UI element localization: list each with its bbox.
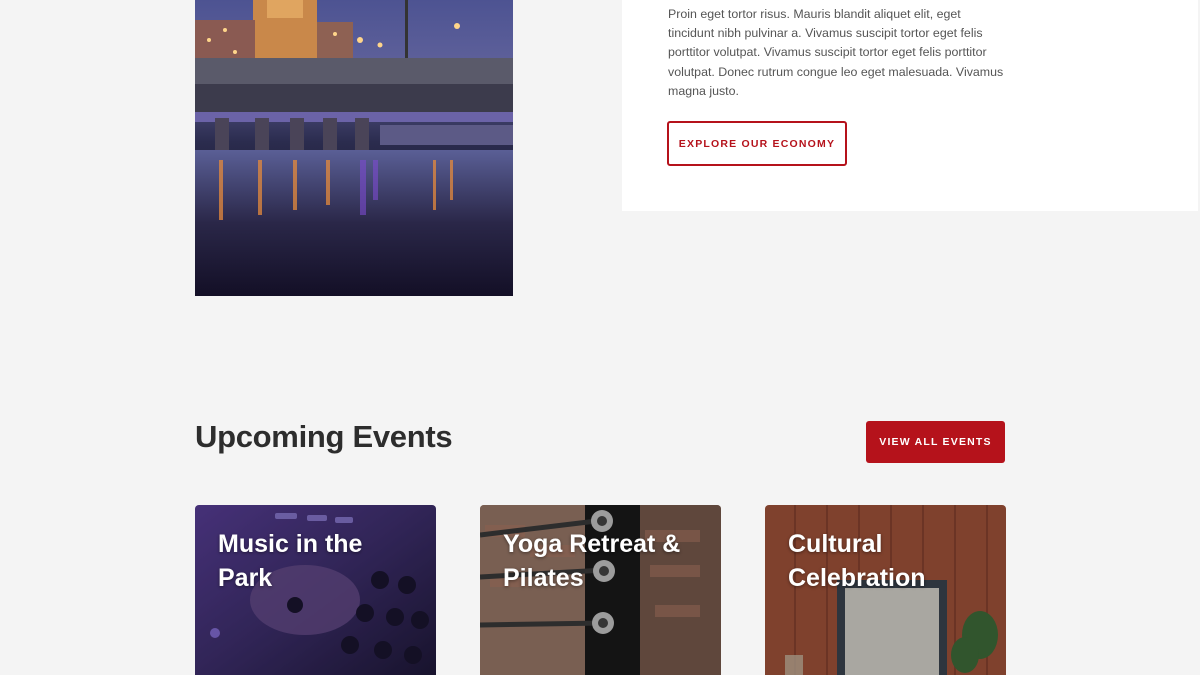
event-card-title: Cultural Celebration: [788, 530, 926, 592]
explore-economy-button[interactable]: EXPLORE OUR ECONOMY: [667, 121, 847, 166]
event-card-yoga[interactable]: Yoga Retreat & Pilates: [480, 505, 721, 675]
event-card-cultural[interactable]: Cultural Celebration: [765, 505, 1006, 675]
event-card-music[interactable]: Music in the Park: [195, 505, 436, 675]
city-bridge-photo: [195, 0, 513, 296]
events-heading: Upcoming Events: [195, 419, 453, 454]
view-all-events-button[interactable]: VIEW ALL EVENTS: [866, 421, 1005, 463]
page: Proin eget tortor risus. Mauris blandit …: [0, 0, 1200, 675]
intro-panel: Proin eget tortor risus. Mauris blandit …: [622, 0, 1198, 211]
intro-text: Proin eget tortor risus. Mauris blandit …: [668, 7, 1004, 98]
event-card-title: Yoga Retreat & Pilates: [503, 530, 681, 592]
event-card-title: Music in the Park: [218, 530, 363, 592]
